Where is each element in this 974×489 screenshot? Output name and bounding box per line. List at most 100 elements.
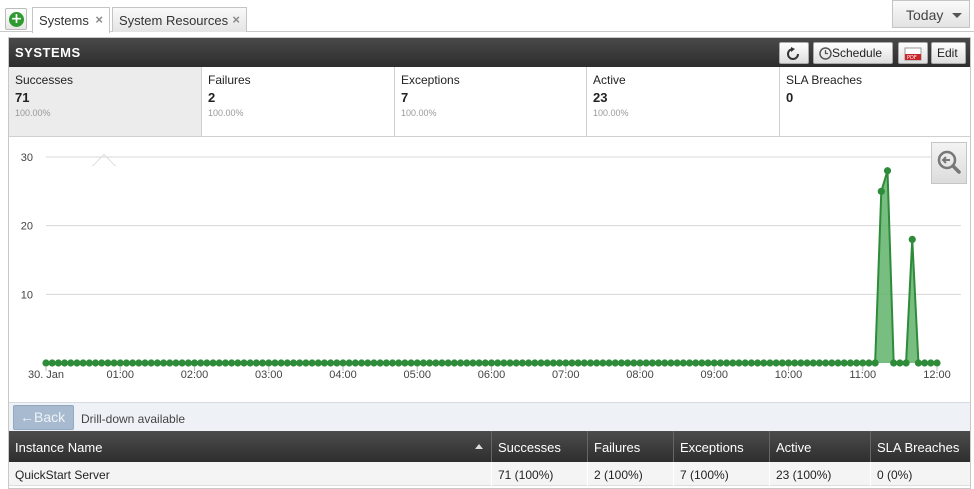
data-point[interactable] (364, 359, 372, 367)
data-point[interactable] (760, 359, 768, 367)
data-point[interactable] (419, 359, 428, 367)
metric-successes[interactable]: Successes 71 100.00% (9, 67, 202, 136)
data-point[interactable] (481, 359, 489, 367)
data-point[interactable] (859, 359, 867, 367)
data-point[interactable] (921, 359, 929, 367)
data-point[interactable] (469, 359, 477, 367)
data-point[interactable] (141, 359, 149, 367)
data-point[interactable] (73, 359, 81, 367)
data-point[interactable] (883, 167, 892, 175)
data-point[interactable] (896, 359, 904, 367)
data-point[interactable] (580, 359, 588, 367)
data-point[interactable] (159, 359, 168, 367)
data-point[interactable] (277, 359, 285, 367)
back-button[interactable]: ←Back (13, 405, 74, 430)
data-point[interactable] (135, 359, 143, 367)
data-point[interactable] (555, 359, 564, 367)
add-tab-button[interactable]: + (5, 8, 27, 30)
data-point[interactable] (729, 359, 737, 367)
date-range-dropdown[interactable]: Today (892, 0, 970, 28)
data-point[interactable] (902, 359, 910, 367)
data-point[interactable] (401, 359, 409, 367)
data-point[interactable] (166, 359, 174, 367)
data-point[interactable] (698, 359, 706, 367)
data-point[interactable] (704, 359, 712, 367)
data-point[interactable] (648, 359, 656, 367)
data-point[interactable] (228, 359, 236, 367)
data-point[interactable] (197, 359, 205, 367)
data-point[interactable] (716, 359, 725, 367)
data-point[interactable] (784, 359, 793, 367)
data-point[interactable] (203, 359, 211, 367)
data-point[interactable] (636, 359, 644, 367)
table-row[interactable]: QuickStart Server 71 (100%) 2 (100%) 7 (… (9, 462, 970, 486)
data-point[interactable] (723, 359, 731, 367)
data-point[interactable] (283, 359, 291, 367)
data-point[interactable] (413, 359, 421, 367)
data-point[interactable] (456, 359, 465, 367)
data-point[interactable] (252, 359, 260, 367)
data-point[interactable] (803, 359, 811, 367)
data-point[interactable] (846, 359, 854, 367)
data-point[interactable] (376, 359, 384, 367)
data-point[interactable] (42, 359, 50, 367)
data-point[interactable] (234, 359, 242, 367)
data-point[interactable] (927, 359, 935, 367)
data-point[interactable] (828, 359, 836, 367)
refresh-button[interactable] (779, 42, 809, 64)
data-point[interactable] (630, 359, 638, 367)
data-point[interactable] (642, 359, 650, 367)
data-point[interactable] (333, 359, 341, 367)
data-point[interactable] (549, 359, 557, 367)
data-point[interactable] (209, 359, 217, 367)
data-point[interactable] (679, 359, 687, 367)
data-point[interactable] (611, 359, 619, 367)
data-point[interactable] (339, 359, 347, 367)
data-point[interactable] (91, 359, 100, 367)
data-point[interactable] (735, 359, 743, 367)
data-point[interactable] (624, 359, 632, 367)
data-point[interactable] (79, 359, 87, 367)
data-point[interactable] (797, 359, 805, 367)
data-point[interactable] (240, 359, 248, 367)
close-icon[interactable]: × (95, 12, 103, 27)
data-point[interactable] (512, 359, 520, 367)
data-point[interactable] (487, 359, 496, 367)
data-point[interactable] (67, 359, 75, 367)
data-point[interactable] (673, 359, 681, 367)
data-point[interactable] (605, 359, 613, 367)
data-point[interactable] (778, 359, 786, 367)
data-point[interactable] (599, 359, 607, 367)
data-point[interactable] (308, 359, 316, 367)
data-point[interactable] (215, 359, 223, 367)
close-icon[interactable]: × (232, 12, 240, 27)
data-point[interactable] (747, 359, 755, 367)
data-point[interactable] (475, 359, 483, 367)
data-point[interactable] (110, 359, 118, 367)
column-header-exceptions[interactable]: Exceptions (674, 431, 770, 462)
data-point[interactable] (834, 359, 842, 367)
column-header-sla-breaches[interactable]: SLA Breaches (871, 431, 970, 462)
data-point[interactable] (345, 359, 353, 367)
metric-sla-breaches[interactable]: SLA Breaches 0 (780, 67, 970, 136)
data-point[interactable] (661, 359, 669, 367)
column-header-instance-name[interactable]: Instance Name (9, 431, 492, 462)
metric-failures[interactable]: Failures 2 100.00% (202, 67, 395, 136)
data-point[interactable] (791, 359, 799, 367)
data-point[interactable] (190, 359, 199, 367)
data-point[interactable] (822, 359, 830, 367)
data-point[interactable] (289, 359, 298, 367)
data-point[interactable] (438, 359, 446, 367)
data-point[interactable] (129, 359, 137, 367)
data-point[interactable] (265, 359, 273, 367)
data-point[interactable] (302, 359, 310, 367)
data-point[interactable] (586, 359, 595, 367)
data-point[interactable] (809, 359, 817, 367)
data-point[interactable] (815, 359, 824, 367)
data-point[interactable] (531, 359, 539, 367)
data-point[interactable] (543, 359, 551, 367)
data-point[interactable] (178, 359, 186, 367)
data-point[interactable] (221, 359, 230, 367)
data-point[interactable] (432, 359, 440, 367)
data-point[interactable] (54, 359, 62, 367)
